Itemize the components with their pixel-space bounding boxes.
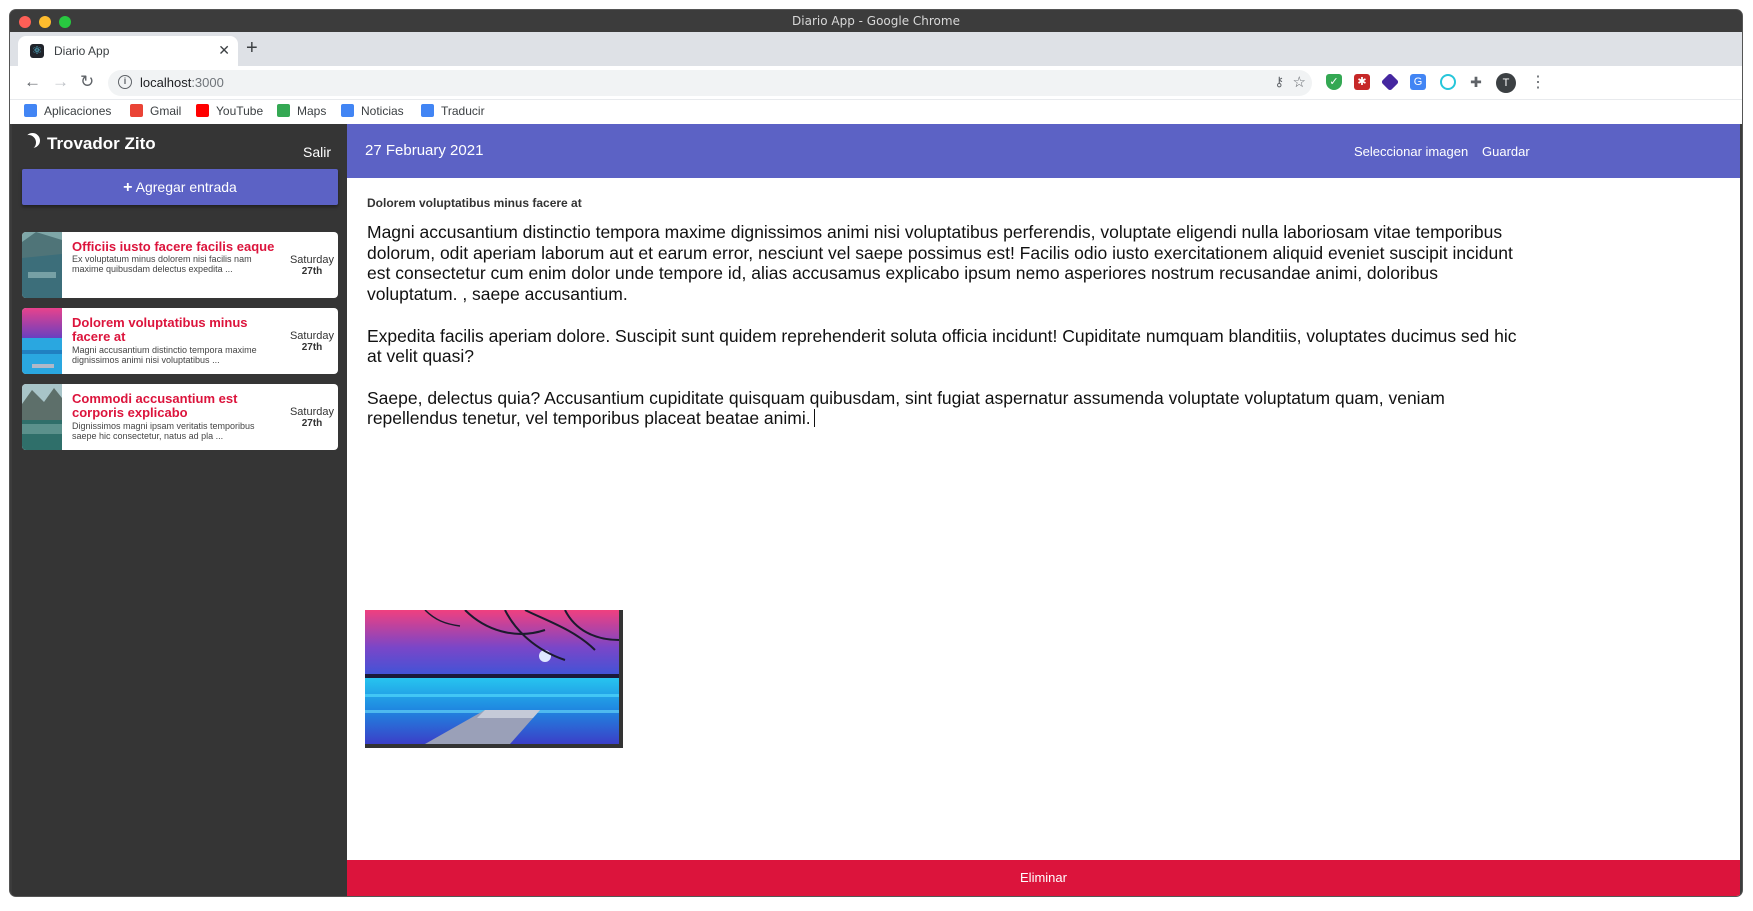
- more-menu-icon[interactable]: ⋮: [1530, 72, 1546, 92]
- add-entry-label: Agregar entrada: [135, 179, 237, 195]
- reload-icon[interactable]: ↻: [80, 72, 94, 92]
- new-tab-button[interactable]: +: [246, 37, 258, 60]
- entry-title: Commodi accusantium est corporis explica…: [72, 391, 238, 420]
- bookmark-aplicaciones[interactable]: Aplicaciones: [24, 104, 111, 118]
- bookmark-label: Noticias: [361, 104, 404, 118]
- journal-app: Trovador Zito Salir + Agregar entrada Of…: [12, 124, 1740, 896]
- entry-thumbnail: [22, 232, 62, 298]
- entry-day: Saturday 27th: [274, 406, 334, 430]
- tab-close-icon[interactable]: ✕: [218, 42, 230, 59]
- entry-date: 27th: [301, 266, 323, 277]
- apps-grid-icon: [24, 104, 37, 117]
- bookmark-maps[interactable]: Maps: [277, 104, 326, 118]
- translate-extension-icon[interactable]: G: [1410, 74, 1426, 90]
- add-entry-button[interactable]: + Agregar entrada: [22, 169, 338, 205]
- save-button[interactable]: Guardar: [1482, 144, 1530, 159]
- user-brand: Trovador Zito: [24, 134, 156, 154]
- news-icon: [341, 104, 354, 117]
- extension-red-icon[interactable]: ✱: [1354, 74, 1370, 90]
- entry-day: Saturday 27th: [274, 254, 334, 278]
- entry-body-textarea[interactable]: Magni accusantium distinctio tempora max…: [367, 222, 1532, 450]
- forward-arrow-icon[interactable]: →: [52, 72, 69, 92]
- extensions-puzzle-icon[interactable]: ✚: [1468, 74, 1484, 90]
- entry-weekday: Saturday: [289, 406, 334, 418]
- youtube-icon: [196, 104, 209, 117]
- profile-avatar[interactable]: T: [1496, 73, 1516, 93]
- password-key-icon[interactable]: ⚷: [1274, 74, 1284, 90]
- entry-weekday: Saturday: [289, 330, 334, 342]
- journal-entry-card[interactable]: Commodi accusantium est corporis explica…: [22, 384, 338, 450]
- entry-thumbnail: [22, 384, 62, 450]
- entry-title-input[interactable]: Dolorem voluptatibus minus facere at: [367, 196, 582, 210]
- extension-purple-icon[interactable]: [1380, 72, 1400, 92]
- maps-icon: [277, 104, 290, 117]
- entry-image-frame: [365, 610, 623, 748]
- select-image-button[interactable]: Seleccionar imagen: [1354, 144, 1468, 159]
- entry-excerpt: Dignissimos magni ipsam veritatis tempor…: [72, 421, 255, 441]
- bookmark-youtube[interactable]: YouTube: [196, 104, 263, 118]
- gmail-icon: [130, 104, 143, 117]
- bookmark-label: Maps: [297, 104, 327, 118]
- window-title: Diario App - Google Chrome: [792, 14, 960, 28]
- bookmark-gmail[interactable]: Gmail: [130, 104, 181, 118]
- url-port: :3000: [191, 75, 224, 90]
- plus-icon: +: [123, 179, 133, 196]
- entry-date: 27th: [301, 418, 323, 429]
- bookmarks-bar: Aplicaciones Gmail YouTube Maps Noticias…: [10, 100, 1742, 124]
- title-bar: Diario App - Google Chrome: [10, 10, 1742, 32]
- translate-icon: [421, 104, 434, 117]
- entry-excerpt: Magni accusantium distinctio tempora max…: [72, 345, 257, 365]
- extension-circle-icon[interactable]: [1440, 74, 1456, 90]
- bookmark-label: Gmail: [150, 104, 182, 118]
- moon-icon: [21, 135, 36, 150]
- journal-entry-card[interactable]: Dolorem voluptatibus minus facere at Mag…: [22, 308, 338, 374]
- entry-thumbnail: [22, 308, 62, 374]
- entry-date: 27th: [301, 342, 323, 353]
- journal-entry-card[interactable]: Officiis iusto facere facilis eaque Ex v…: [22, 232, 338, 298]
- back-arrow-icon[interactable]: ←: [24, 72, 41, 92]
- bookmark-label: YouTube: [216, 104, 264, 118]
- sidebar: Trovador Zito Salir + Agregar entrada Of…: [12, 124, 347, 896]
- entry-paragraph-text: Saepe, delectus quia? Accusantium cupidi…: [367, 387, 1445, 429]
- address-bar[interactable]: i localhost:3000 ⚷ ☆: [108, 70, 1312, 96]
- bookmark-noticias[interactable]: Noticias: [341, 104, 404, 118]
- delete-button[interactable]: Eliminar: [347, 860, 1740, 896]
- browser-window: Diario App - Google Chrome ⚛ Diario App …: [10, 10, 1742, 896]
- entry-paragraph: Expedita facilis aperiam dolore. Suscipi…: [367, 325, 1517, 367]
- entry-editor: 27 February 2021 Seleccionar imagen Guar…: [347, 124, 1740, 896]
- entry-title: Dolorem voluptatibus minus facere at: [72, 315, 248, 344]
- entry-image: [365, 610, 619, 744]
- react-favicon-icon: ⚛: [30, 44, 44, 58]
- entry-paragraph: Magni accusantium distinctio tempora max…: [367, 222, 1513, 305]
- entry-date-heading: 27 February 2021: [365, 142, 484, 159]
- shield-extension-icon[interactable]: ✓: [1326, 74, 1342, 90]
- user-name: Trovador Zito: [47, 134, 156, 153]
- url-text[interactable]: localhost:3000: [140, 75, 224, 90]
- site-info-icon[interactable]: i: [118, 75, 132, 89]
- entry-excerpt: Ex voluptatum minus dolorem nisi facilis…: [72, 254, 252, 274]
- tab-title: Diario App: [54, 44, 110, 58]
- bookmark-traducir[interactable]: Traducir: [421, 104, 485, 118]
- entry-day: Saturday 27th: [274, 330, 334, 354]
- entry-title: Officiis iusto facere facilis eaque: [72, 239, 275, 254]
- url-host: localhost: [140, 75, 192, 90]
- editor-topbar: 27 February 2021 Seleccionar imagen Guar…: [347, 124, 1740, 178]
- tab-diario-app[interactable]: ⚛ Diario App ✕: [18, 36, 238, 66]
- bookmark-label: Aplicaciones: [44, 104, 112, 118]
- text-caret: [813, 409, 815, 428]
- tab-strip: ⚛ Diario App ✕ +: [10, 32, 1742, 66]
- bookmark-star-icon[interactable]: ☆: [1293, 73, 1306, 91]
- logout-button[interactable]: Salir: [303, 144, 331, 160]
- entry-paragraph: Saepe, delectus quia? Accusantium cupidi…: [367, 388, 1532, 429]
- entry-weekday: Saturday: [289, 254, 334, 266]
- browser-toolbar: ← → ↻ i localhost:3000 ⚷ ☆ ✓ ✱ G ✚ T ⋮: [10, 66, 1742, 100]
- bookmark-label: Traducir: [441, 104, 485, 118]
